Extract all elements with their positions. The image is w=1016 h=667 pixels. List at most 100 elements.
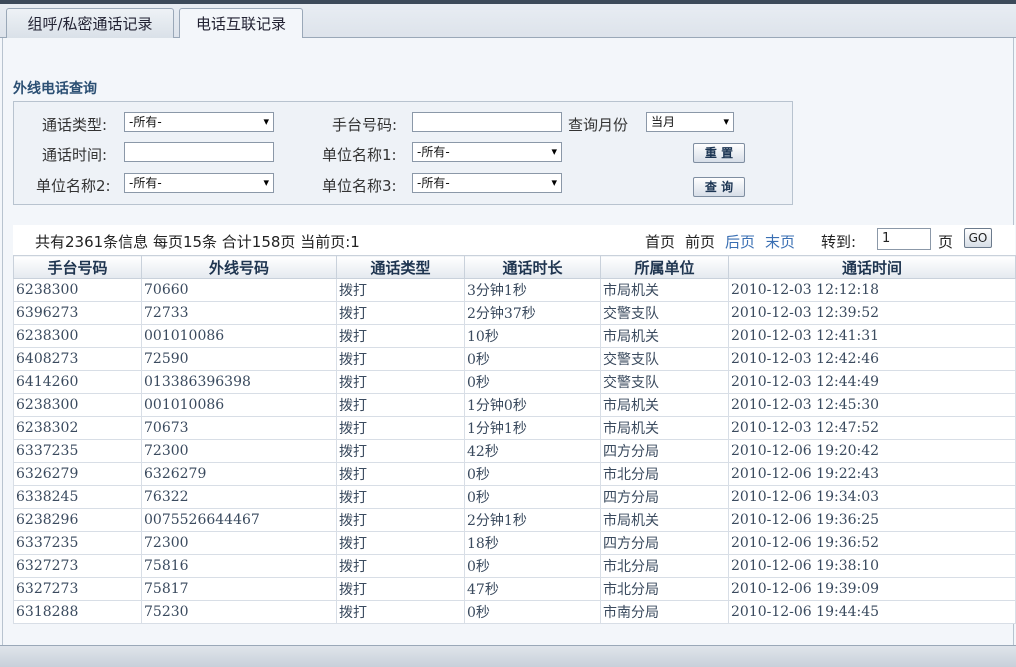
table-cell: 6408273 xyxy=(13,347,142,371)
search-panel: 通话类型: -所有- 手台号码: 查询月份 当月 通话时间: 单位名称1: -所… xyxy=(13,101,793,205)
query-button[interactable]: 查 询 xyxy=(693,177,745,197)
handset-label: 手台号码: xyxy=(332,116,398,134)
table-cell: 拨打 xyxy=(336,301,465,325)
table-cell: 四方分局 xyxy=(600,439,729,463)
table-row[interactable]: 6238300 001010086 拨打 10秒 市局机关 2010-12-03 12:4… xyxy=(13,324,1016,348)
table-cell: 6327273 xyxy=(13,554,142,578)
table-cell: 2010-12-03 12:12:18 xyxy=(728,278,1016,302)
table-cell: 6327273 xyxy=(13,577,142,601)
table-cell: 市局机关 xyxy=(600,393,729,417)
table-cell: 47秒 xyxy=(464,577,601,601)
table-cell: 2010-12-06 19:22:43 xyxy=(728,462,1016,486)
column-header-unit[interactable]: 所属单位 xyxy=(600,255,729,279)
table-row[interactable]: 6337235 72300 拨打 42秒 四方分局 2010-12-06 19:20:42 xyxy=(13,439,1016,463)
table-cell: 2分钟1秒 xyxy=(464,508,601,532)
table-row[interactable]: 6338245 76322 拨打 0秒 四方分局 2010-12-06 19:34:03 xyxy=(13,485,1016,509)
pager-bar: 共有2361条信息 每页15条 合计158页 当前页:1 首页 前页 后页 末页… xyxy=(13,225,1015,255)
table-cell: 2010-12-06 19:36:52 xyxy=(728,531,1016,555)
column-header-handset[interactable]: 手台号码 xyxy=(13,255,142,279)
next-page-link[interactable]: 后页 xyxy=(725,231,755,252)
month-select[interactable]: 当月 xyxy=(646,112,734,132)
month-label: 查询月份 xyxy=(568,116,629,134)
table-cell: 2010-12-06 19:38:10 xyxy=(728,554,1016,578)
unit2-select[interactable]: -所有- xyxy=(124,173,274,193)
prev-page-link[interactable]: 前页 xyxy=(685,231,715,252)
table-cell: 2010-12-03 12:41:31 xyxy=(728,324,1016,348)
column-header-external-number[interactable]: 外线号码 xyxy=(141,255,337,279)
table-cell: 交警支队 xyxy=(600,301,729,325)
table-cell: 市南分局 xyxy=(600,600,729,624)
table-row[interactable]: 6327273 75816 拨打 0秒 市北分局 2010-12-06 19:38:10 xyxy=(13,554,1016,578)
table-cell: 拨打 xyxy=(336,508,465,532)
table-cell: 四方分局 xyxy=(600,531,729,555)
table-row[interactable]: 6238300 70660 拨打 3分钟1秒 市局机关 2010-12-03 12:12:… xyxy=(13,278,1016,302)
table-row[interactable]: 6414260 013386396398 拨打 0秒 交警支队 2010-12-03 12… xyxy=(13,370,1016,394)
unit3-select[interactable]: -所有- xyxy=(412,173,562,193)
table-row[interactable]: 6238302 70673 拨打 1分钟1秒 市局机关 2010-12-03 12:47:… xyxy=(13,416,1016,440)
table-cell: 6396273 xyxy=(13,301,142,325)
table-row[interactable]: 6318288 75230 拨打 0秒 市南分局 2010-12-06 19:44:45 xyxy=(13,600,1016,624)
table-cell: 市北分局 xyxy=(600,577,729,601)
call-type-select[interactable]: -所有- xyxy=(124,112,274,132)
table-cell: 76322 xyxy=(141,485,337,509)
table-cell: 6326279 xyxy=(13,462,142,486)
column-header-duration[interactable]: 通话时长 xyxy=(464,255,601,279)
table-cell: 75816 xyxy=(141,554,337,578)
table-row[interactable]: 6326279 6326279 拨打 0秒 市北分局 2010-12-06 19:22:4… xyxy=(13,462,1016,486)
first-page-link[interactable]: 首页 xyxy=(645,231,675,252)
table-cell: 市北分局 xyxy=(600,554,729,578)
table-cell: 6238300 xyxy=(13,278,142,302)
table-cell: 拨打 xyxy=(336,370,465,394)
table-cell: 市局机关 xyxy=(600,324,729,348)
table-cell: 市局机关 xyxy=(600,278,729,302)
section-title: 外线电话查询 xyxy=(13,81,97,97)
reset-button[interactable]: 重 置 xyxy=(693,143,745,163)
table-header-row: 手台号码 外线号码 通话类型 通话时长 所属单位 通话时间 xyxy=(13,255,1016,279)
table-cell: 拨打 xyxy=(336,462,465,486)
last-page-link[interactable]: 末页 xyxy=(765,231,795,252)
go-button[interactable]: GO xyxy=(964,228,992,248)
unit1-select[interactable]: -所有- xyxy=(412,142,562,162)
call-time-label: 通话时间: xyxy=(42,146,108,164)
table-row[interactable]: 6396273 72733 拨打 2分钟37秒 交警支队 2010-12-03 12:39… xyxy=(13,301,1016,325)
table-cell: 6337235 xyxy=(13,531,142,555)
table-row[interactable]: 6238296 0075526644467 拨打 2分钟1秒 市局机关 2010-12-0… xyxy=(13,508,1016,532)
table-cell: 拨打 xyxy=(336,600,465,624)
table-row[interactable]: 6327273 75817 拨打 47秒 市北分局 2010-12-06 19:39:09 xyxy=(13,577,1016,601)
table-cell: 拨打 xyxy=(336,393,465,417)
tab-bar: 组呼/私密通话记录 电话互联记录 xyxy=(0,4,1016,40)
table-cell: 6326279 xyxy=(141,462,337,486)
tab-phone-interconnect[interactable]: 电话互联记录 xyxy=(179,8,303,40)
table-cell: 6238300 xyxy=(13,324,142,348)
table-cell: 0秒 xyxy=(464,600,601,624)
table-cell: 0秒 xyxy=(464,347,601,371)
call-time-input[interactable] xyxy=(124,142,274,162)
table-cell: 拨打 xyxy=(336,278,465,302)
table-row[interactable]: 6337235 72300 拨打 18秒 四方分局 2010-12-06 19:36:52 xyxy=(13,531,1016,555)
tab-group-private-calls[interactable]: 组呼/私密通话记录 xyxy=(6,8,174,39)
column-header-call-time[interactable]: 通话时间 xyxy=(728,255,1016,279)
unit1-label: 单位名称1: xyxy=(322,146,397,164)
table-cell: 0秒 xyxy=(464,554,601,578)
goto-page-input[interactable]: 1 xyxy=(877,228,931,250)
table-cell: 6238302 xyxy=(13,416,142,440)
table-cell: 市局机关 xyxy=(600,416,729,440)
table-row[interactable]: 6238300 001010086 拨打 1分钟0秒 市局机关 2010-12-03 12… xyxy=(13,393,1016,417)
table-cell: 72300 xyxy=(141,531,337,555)
table-row[interactable]: 6408273 72590 拨打 0秒 交警支队 2010-12-03 12:42:46 xyxy=(13,347,1016,371)
table-cell: 2010-12-06 19:36:25 xyxy=(728,508,1016,532)
table-cell: 2010-12-03 12:39:52 xyxy=(728,301,1016,325)
table-cell: 18秒 xyxy=(464,531,601,555)
table-cell: 6238300 xyxy=(13,393,142,417)
table-cell: 拨打 xyxy=(336,324,465,348)
table-cell: 3分钟1秒 xyxy=(464,278,601,302)
table-cell: 四方分局 xyxy=(600,485,729,509)
handset-input[interactable] xyxy=(412,112,562,132)
table-cell: 拨打 xyxy=(336,416,465,440)
table-cell: 6238296 xyxy=(13,508,142,532)
table-cell: 70660 xyxy=(141,278,337,302)
table-cell: 1分钟1秒 xyxy=(464,416,601,440)
column-header-call-type[interactable]: 通话类型 xyxy=(336,255,465,279)
table-cell: 拨打 xyxy=(336,577,465,601)
table-cell: 市局机关 xyxy=(600,508,729,532)
